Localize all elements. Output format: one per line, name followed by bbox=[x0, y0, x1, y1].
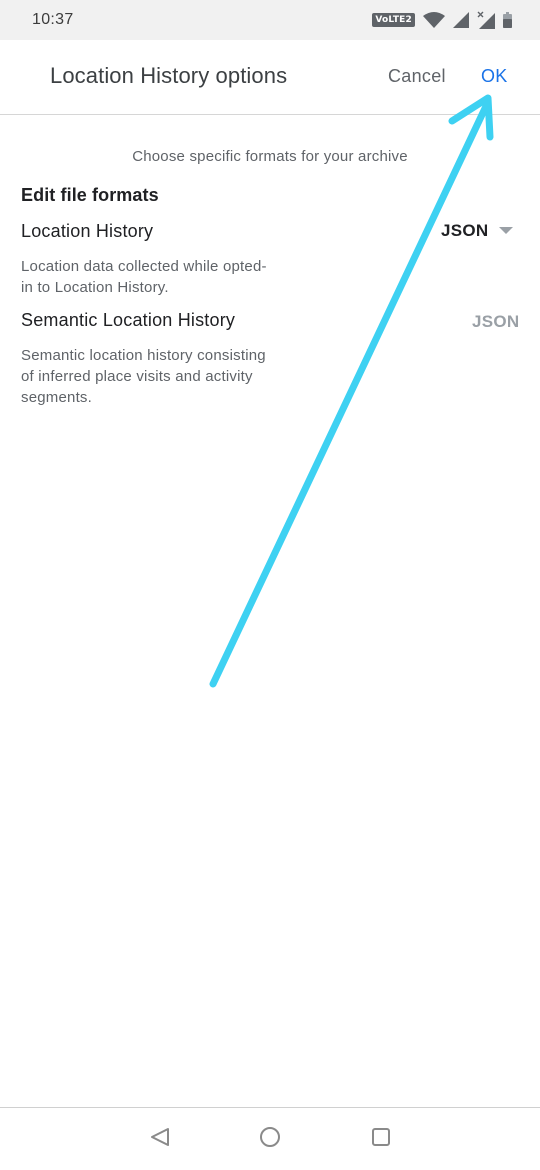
section-heading: Edit file formats bbox=[21, 185, 159, 205]
status-bar: 10:37 VoLTE2 bbox=[0, 0, 540, 40]
ok-button[interactable]: OK bbox=[481, 66, 508, 87]
nav-home-button[interactable] bbox=[255, 1124, 285, 1154]
nav-back-button[interactable] bbox=[145, 1124, 175, 1154]
nav-recents-button[interactable] bbox=[366, 1124, 396, 1154]
dropdown-triangle-icon bbox=[498, 222, 513, 240]
nav-recents-icon bbox=[370, 1126, 392, 1153]
cancel-button[interactable]: Cancel bbox=[388, 66, 446, 87]
signal-icon bbox=[453, 12, 469, 28]
volte-badge: VoLTE2 bbox=[372, 13, 415, 27]
status-icons: VoLTE2 bbox=[372, 8, 512, 32]
page-title: Location History options bbox=[50, 63, 288, 88]
nav-back-icon bbox=[149, 1126, 171, 1153]
location-history-title: Location History bbox=[21, 221, 154, 241]
nav-home-icon bbox=[259, 1126, 281, 1153]
semantic-location-history-description: Semantic location history consisting of … bbox=[21, 347, 266, 406]
format-select-value: JSON bbox=[441, 221, 489, 240]
semantic-location-history-title: Semantic Location History bbox=[21, 310, 236, 330]
subtitle: Choose specific formats for your archive bbox=[132, 148, 408, 165]
location-history-description: Location data collected while opted-in t… bbox=[21, 258, 267, 296]
signal-icon bbox=[477, 11, 495, 29]
app-bar: Location History options Cancel OK bbox=[0, 40, 540, 115]
semantic-location-history-format: JSON bbox=[472, 312, 520, 331]
status-time: 10:37 bbox=[32, 11, 74, 28]
location-history-format-dropdown[interactable]: JSON bbox=[441, 221, 513, 241]
annotation-arrow-icon bbox=[209, 94, 494, 688]
wifi-icon bbox=[423, 12, 445, 28]
battery-icon bbox=[503, 12, 512, 28]
navigation-bar bbox=[0, 1107, 540, 1170]
